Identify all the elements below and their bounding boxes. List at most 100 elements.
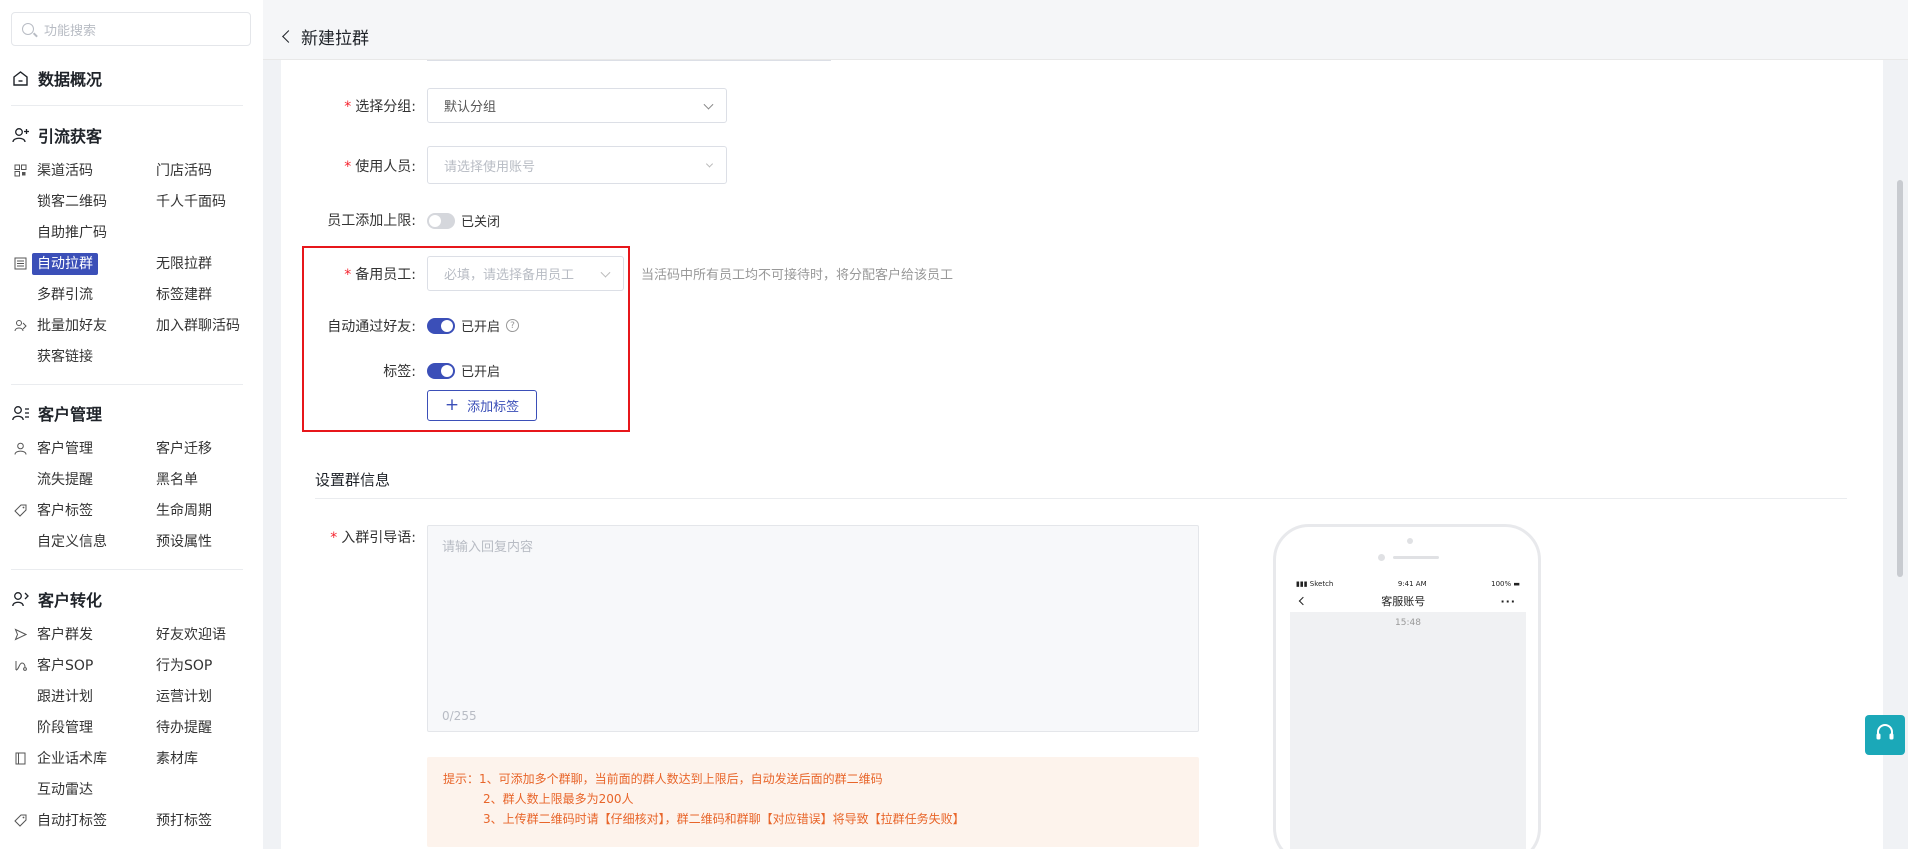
group-label: * 选择分组: (344, 99, 416, 115)
backup-hint: 当活码中所有员工均不可接待时，将分配客户给该员工 (641, 268, 954, 283)
limit-label: 员工添加上限: (327, 213, 416, 229)
tag-label: 标签: (383, 364, 416, 380)
limit-status: 已关闭 (461, 215, 501, 230)
phone-nav-title: 客服账号 (1381, 595, 1426, 608)
phone-clock: 9:41 AM (1397, 580, 1427, 588)
more-icon: ··· (1500, 594, 1516, 608)
nav-churn-alert[interactable]: 流失提醒 (37, 469, 93, 491)
nav-self-promo-code[interactable]: 自助推广码 (37, 222, 107, 244)
auto-tag-icon (13, 813, 28, 828)
nav-channel-code[interactable]: 渠道活码 (37, 160, 93, 182)
home-icon (11, 69, 30, 88)
guide-textarea[interactable]: 请输入回复内容 0/255 (427, 525, 1199, 732)
nav-customer-manage[interactable]: 客户管理 (37, 438, 93, 460)
nav-behavior-sop[interactable]: 行为SOP (156, 655, 212, 677)
phone-battery: 100% ▬ (1491, 580, 1520, 588)
batch-add-icon (13, 318, 28, 333)
user-convert-icon (11, 590, 30, 609)
tag-toggle-row: 已开启 (427, 361, 500, 380)
tag-icon (13, 503, 28, 518)
nav-pre-tag[interactable]: 预打标签 (156, 810, 212, 832)
help-icon[interactable]: ? (506, 319, 520, 332)
divider (11, 384, 243, 385)
back-button[interactable]: 新建拉群 (282, 24, 369, 49)
sop-icon (13, 658, 28, 673)
phone-speaker (1393, 556, 1439, 559)
divider (11, 105, 243, 106)
nav-script-lib[interactable]: 企业话术库 (37, 748, 107, 770)
search-placeholder: 功能搜索 (44, 23, 97, 39)
nav-auto-tag[interactable]: 自动打标签 (37, 810, 107, 832)
user-icon (13, 441, 28, 456)
user-label: * 使用人员: (344, 159, 416, 175)
phone-back-icon (1298, 596, 1308, 606)
nav-mass-send[interactable]: 客户群发 (37, 624, 93, 646)
customer-service-button[interactable] (1865, 715, 1905, 755)
nav-personalized-code[interactable]: 千人千面码 (156, 191, 226, 213)
qrcode-icon (13, 163, 28, 178)
nav-auto-group[interactable]: 自动拉群 (32, 253, 98, 275)
guide-placeholder: 请输入回复内容 (442, 540, 534, 555)
tip-line-1: 提示：1、可添加多个群聊，当前面的群人数达到上限后，自动发送后面的群二维码 (443, 772, 883, 786)
nav-join-group-code[interactable]: 加入群聊活码 (156, 315, 240, 337)
nav-dashboard-label: 数据概况 (38, 70, 103, 89)
nav-tag-group[interactable]: 标签建群 (156, 284, 212, 306)
nav-radar[interactable]: 互动雷达 (37, 779, 93, 801)
section-divider (315, 498, 1847, 499)
group-select[interactable]: 默认分组 (427, 88, 727, 123)
auto-toggle[interactable] (427, 317, 455, 334)
nav-preset-attrs[interactable]: 预设属性 (156, 531, 212, 553)
nav-store-code[interactable]: 门店活码 (156, 160, 212, 182)
search-input[interactable]: 功能搜索 (11, 12, 251, 46)
phone-sensor (1378, 554, 1385, 561)
top-bar (263, 0, 1908, 60)
nav-custom-info[interactable]: 自定义信息 (37, 531, 107, 553)
phone-status-bar: ▮▮▮ Sketch 9:41 AM 100% ▬ (1290, 578, 1526, 590)
search-icon (22, 23, 34, 35)
section-customer: 客户管理 (11, 401, 102, 425)
nav-customer-sop[interactable]: 客户SOP (37, 655, 93, 677)
section-conversion: 客户转化 (11, 587, 102, 611)
nav-dashboard[interactable]: 数据概况 (11, 66, 102, 90)
section-conversion-label: 客户转化 (38, 591, 103, 610)
section-customer-label: 客户管理 (38, 405, 103, 424)
phone-camera (1407, 538, 1413, 544)
phone-screen: ▮▮▮ Sketch 9:41 AM 100% ▬ 客服账号 ··· 15:48 (1290, 578, 1526, 849)
divider (11, 569, 243, 570)
nav-customer-migrate[interactable]: 客户迁移 (156, 438, 212, 460)
section-acquire-label: 引流获客 (38, 127, 103, 146)
backup-select[interactable]: 必填，请选择备用员工 (427, 256, 624, 291)
backup-select-placeholder: 必填，请选择备用员工 (444, 268, 575, 283)
nav-blacklist[interactable]: 黑名单 (156, 469, 198, 491)
nav-customer-tags[interactable]: 客户标签 (37, 500, 93, 522)
tag-toggle[interactable] (427, 362, 455, 379)
section-title: 设置群信息 (315, 471, 391, 489)
auto-toggle-row: 已开启 ? (427, 316, 520, 335)
nav-follow-plan[interactable]: 跟进计划 (37, 686, 93, 708)
user-select[interactable]: 请选择使用账号 (427, 146, 727, 184)
scrollbar[interactable] (1897, 180, 1903, 577)
auto-status: 已开启 (461, 320, 501, 335)
add-tag-button[interactable]: + 添加标签 (427, 390, 537, 421)
tips-box: 提示：1、可添加多个群聊，当前面的群人数达到上限后，自动发送后面的群二维码 2、… (427, 757, 1199, 847)
add-tag-label: 添加标签 (467, 400, 520, 415)
guide-label: * 入群引导语: (330, 530, 416, 546)
limit-toggle[interactable] (427, 212, 455, 229)
user-select-placeholder: 请选择使用账号 (444, 159, 536, 175)
nav-acquire-link[interactable]: 获客链接 (37, 346, 93, 368)
nav-material-lib[interactable]: 素材库 (156, 748, 198, 770)
nav-batch-add-friends[interactable]: 批量加好友 (37, 315, 107, 337)
nav-lifecycle[interactable]: 生命周期 (156, 500, 212, 522)
nav-unlimited-group[interactable]: 无限拉群 (156, 253, 212, 275)
nav-ops-plan[interactable]: 运营计划 (156, 686, 212, 708)
section-acquire: 引流获客 (11, 123, 102, 147)
phone-preview: ▮▮▮ Sketch 9:41 AM 100% ▬ 客服账号 ··· 15:48 (1273, 524, 1541, 849)
nav-welcome-msg[interactable]: 好友欢迎语 (156, 624, 226, 646)
nav-stage-manage[interactable]: 阶段管理 (37, 717, 93, 739)
tip-line-2: 2、群人数上限最多为200人 (483, 792, 634, 806)
sidebar: 功能搜索 数据概况 引流获客 渠道活码 门店活码 锁客二维码 千人千面码 自助推… (0, 0, 263, 849)
nav-todo-reminder[interactable]: 待办提醒 (156, 717, 212, 739)
nav-multi-group[interactable]: 多群引流 (37, 284, 93, 306)
phone-nav-bar: 客服账号 ··· (1290, 590, 1526, 612)
nav-lock-qrcode[interactable]: 锁客二维码 (37, 191, 107, 213)
